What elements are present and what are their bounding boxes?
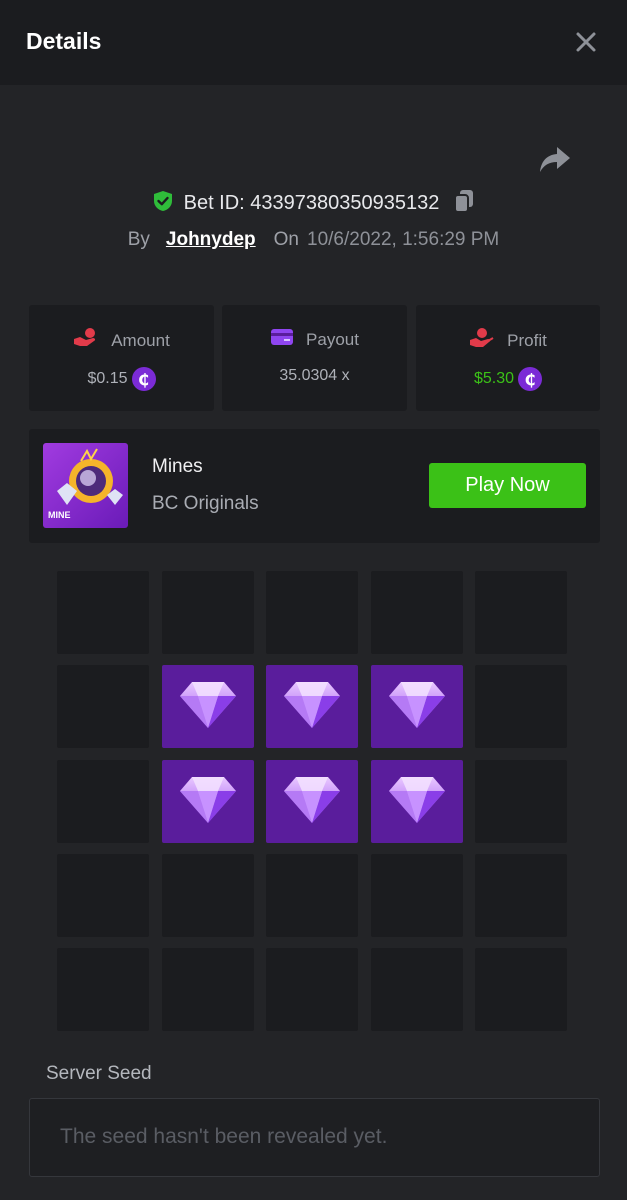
profit-value: $5.30	[473, 370, 515, 387]
bet-id-row: Bet ID: 43397380350935132	[0, 188, 627, 218]
empty-tile	[57, 665, 149, 748]
mines-game-thumbnail[interactable]: MINE	[43, 443, 128, 528]
mines-board	[57, 571, 567, 1031]
empty-tile	[266, 571, 358, 654]
profit-label: Profit	[507, 330, 547, 350]
thumb-label: MINE	[48, 510, 71, 520]
play-now-button[interactable]: Play Now	[429, 463, 586, 508]
page-title: Details	[26, 28, 102, 54]
empty-tile	[57, 854, 149, 937]
gem-tile	[266, 665, 358, 748]
on-label: On	[273, 229, 299, 250]
amount-value: $0.15	[87, 370, 128, 387]
payout-label: Payout	[306, 329, 359, 349]
coin-icon: ₵	[518, 367, 543, 391]
diamond-icon	[387, 676, 447, 737]
payout-card: Payout 35.0304 x	[222, 305, 407, 411]
details-header: Details	[0, 0, 627, 85]
payout-value: 35.0304 x	[279, 367, 350, 384]
diamond-icon	[387, 771, 447, 832]
amount-card: Amount $0.15 ₵	[29, 305, 214, 411]
amount-label: Amount	[111, 330, 170, 350]
bet-meta-row: By Johnydep On 10/6/2022, 1:56:29 PM	[0, 226, 627, 254]
empty-tile	[162, 948, 254, 1031]
diamond-icon	[178, 771, 238, 832]
empty-tile	[371, 948, 463, 1031]
money-hand-icon	[73, 327, 99, 354]
gem-tile	[266, 760, 358, 843]
by-label: By	[127, 229, 150, 250]
profit-hand-icon	[469, 327, 495, 354]
close-icon[interactable]	[572, 28, 600, 56]
empty-tile	[475, 948, 567, 1031]
game-card: MINE Mines BC Originals Play Now	[29, 429, 600, 543]
empty-tile	[371, 854, 463, 937]
bet-id: Bet ID: 43397380350935132	[183, 191, 440, 214]
diamond-icon	[282, 771, 342, 832]
empty-tile	[162, 571, 254, 654]
gem-tile	[371, 760, 463, 843]
server-seed-label: Server Seed	[46, 1063, 152, 1084]
empty-tile	[475, 665, 567, 748]
gem-tile	[371, 665, 463, 748]
empty-tile	[475, 571, 567, 654]
gem-tile	[162, 665, 254, 748]
empty-tile	[266, 948, 358, 1031]
bet-date: 10/6/2022, 1:56:29 PM	[307, 229, 500, 250]
server-seed-placeholder: The seed hasn't been revealed yet.	[60, 1125, 388, 1148]
game-provider: BC Originals	[152, 493, 259, 514]
share-icon[interactable]	[537, 143, 573, 177]
diamond-icon	[178, 676, 238, 737]
empty-tile	[57, 948, 149, 1031]
empty-tile	[162, 854, 254, 937]
empty-tile	[371, 571, 463, 654]
profit-card: Profit $5.30 ₵	[416, 305, 600, 411]
game-name: Mines	[152, 456, 203, 477]
copy-icon[interactable]	[453, 189, 475, 218]
gem-tile	[162, 760, 254, 843]
empty-tile	[475, 760, 567, 843]
card-icon	[270, 327, 294, 352]
empty-tile	[57, 760, 149, 843]
empty-tile	[475, 854, 567, 937]
server-seed-field[interactable]: The seed hasn't been revealed yet.	[29, 1098, 600, 1177]
diamond-icon	[282, 676, 342, 737]
user-link[interactable]: Johnydep	[166, 229, 256, 251]
empty-tile	[266, 854, 358, 937]
coin-icon: ₵	[131, 367, 156, 391]
empty-tile	[57, 571, 149, 654]
shield-check-icon	[152, 190, 174, 217]
